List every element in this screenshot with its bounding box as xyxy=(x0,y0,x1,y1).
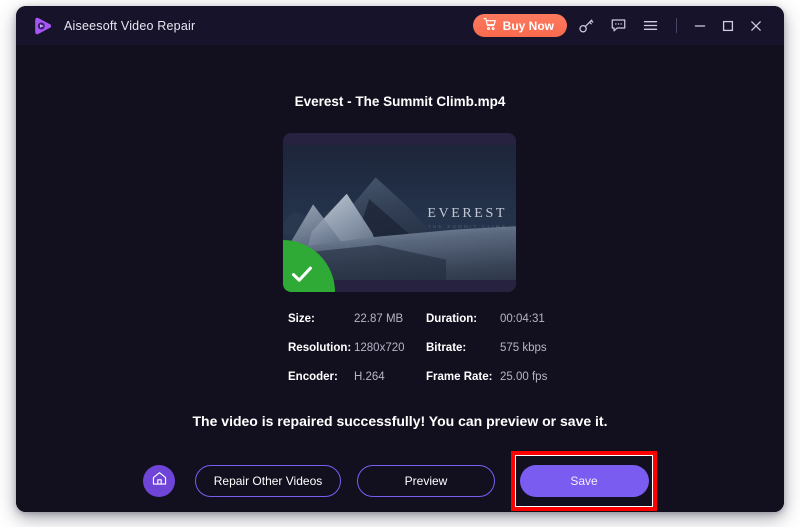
metadata-label: Resolution: xyxy=(288,342,352,354)
status-message: The video is repaired successfully! You … xyxy=(192,413,608,429)
metadata-label: Frame Rate: xyxy=(426,371,493,383)
home-icon xyxy=(151,470,168,492)
metadata-value: 22.87 MB xyxy=(354,313,404,325)
home-button[interactable] xyxy=(143,465,175,497)
buy-now-label: Buy Now xyxy=(502,18,554,33)
hamburger-menu-icon[interactable] xyxy=(637,13,663,39)
metadata-value: 1280x720 xyxy=(354,342,405,354)
titlebar-controls: Buy Now xyxy=(472,6,784,45)
app-title: Aiseesoft Video Repair xyxy=(64,18,196,33)
action-bar: Repair Other Videos Preview Save xyxy=(16,451,784,511)
metadata-value: 00:04:31 xyxy=(500,313,545,325)
metadata-value: H.264 xyxy=(354,371,385,383)
preview-button[interactable]: Preview xyxy=(357,465,495,497)
metadata-value: 25.00 fps xyxy=(500,371,548,383)
play-logo-icon xyxy=(32,15,54,37)
save-button[interactable]: Save xyxy=(519,465,649,497)
maximize-icon[interactable] xyxy=(714,13,742,39)
buy-now-button[interactable]: Buy Now xyxy=(472,14,567,37)
application-window: Aiseesoft Video Repair Buy Now Everest -… xyxy=(16,6,784,512)
save-button-highlight: Save xyxy=(511,451,657,511)
shopping-cart-icon xyxy=(483,17,497,34)
repair-other-videos-button[interactable]: Repair Other Videos xyxy=(195,465,341,497)
file-name-heading: Everest - The Summit Climb.mp4 xyxy=(294,94,506,109)
metadata-label: Bitrate: xyxy=(426,342,467,354)
titlebar-divider xyxy=(676,18,677,33)
key-icon[interactable] xyxy=(573,13,599,39)
metadata-value: 575 kbps xyxy=(500,342,547,354)
video-thumbnail[interactable]: EVEREST THE SUMMIT CLIMB xyxy=(283,133,516,292)
metadata-label: Size: xyxy=(288,313,315,325)
minimize-icon[interactable] xyxy=(686,13,714,39)
metadata-label: Encoder: xyxy=(288,371,338,383)
main-content: Everest - The Summit Climb.mp4 EVEREST T… xyxy=(16,45,784,512)
video-metadata: Size: 22.87 MB Duration: 00:04:31 Resolu… xyxy=(288,313,558,383)
metadata-label: Duration: xyxy=(426,313,478,325)
speech-bubble-icon[interactable] xyxy=(605,13,631,39)
title-bar: Aiseesoft Video Repair Buy Now xyxy=(16,6,784,46)
close-icon[interactable] xyxy=(742,13,770,39)
